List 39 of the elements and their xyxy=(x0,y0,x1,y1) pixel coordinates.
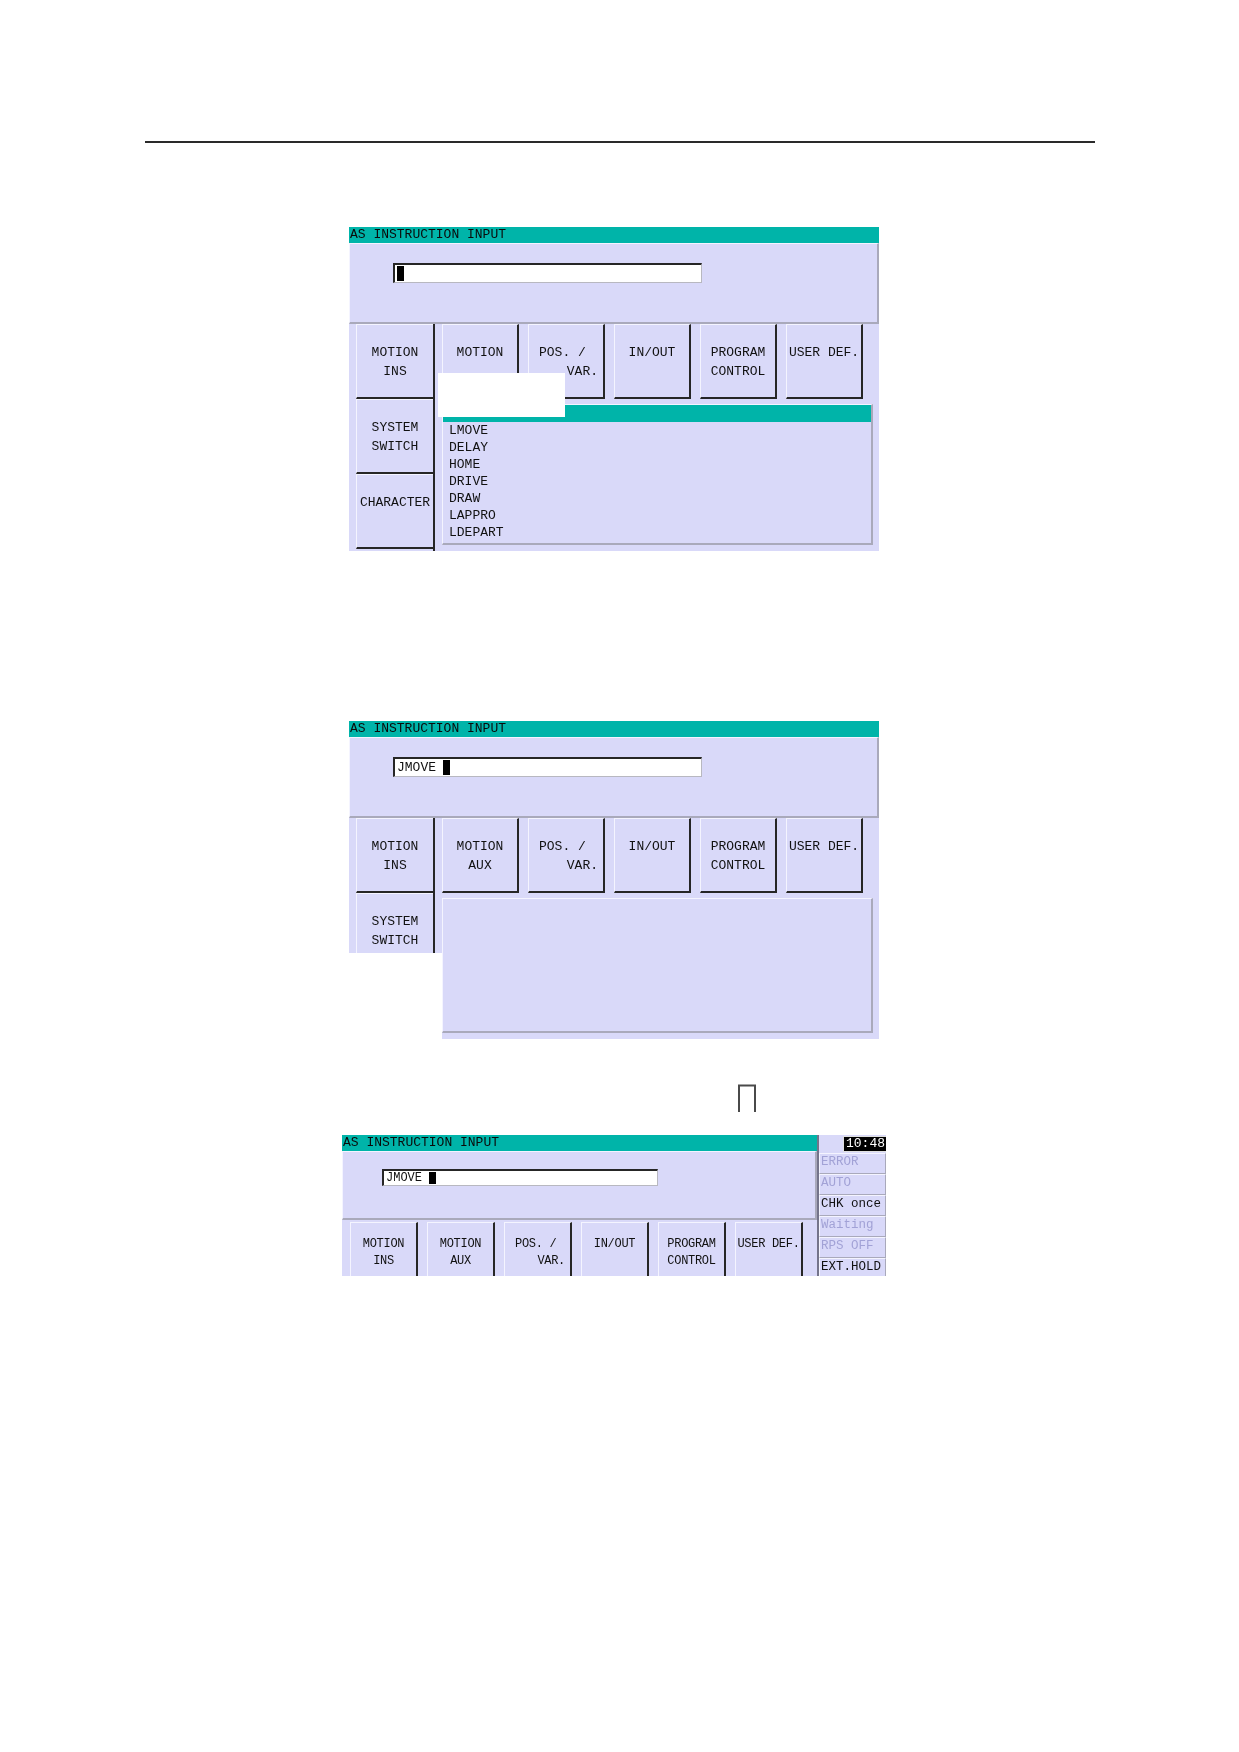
menu-button[interactable]: USER DEF. xyxy=(786,818,863,893)
input-field[interactable] xyxy=(393,263,702,283)
title-bar: AS INSTRUCTION INPUT xyxy=(342,1135,817,1151)
title-bar: AS INSTRUCTION INPUT xyxy=(349,227,879,243)
menu-button[interactable]: PROGRAM CONTROL xyxy=(700,818,777,893)
cursor-icon xyxy=(429,1172,436,1184)
menu-button[interactable]: USER DEF. xyxy=(735,1222,803,1276)
menu-button[interactable]: SYSTEM SWITCH xyxy=(356,399,433,474)
menu-button[interactable]: MOTION INS xyxy=(356,324,433,399)
menu-button[interactable]: IN/OUT xyxy=(581,1222,649,1276)
time-display: 10:48 xyxy=(843,1136,886,1152)
menu-button[interactable]: SYSTEM SWITCH xyxy=(356,893,433,953)
cursor-icon xyxy=(443,760,450,775)
instruction-item[interactable]: DRIVE xyxy=(443,473,871,490)
status-indicator: EXT.HOLD xyxy=(819,1258,886,1276)
instruction-item[interactable]: LMOVE xyxy=(443,422,871,439)
title-bar: AS INSTRUCTION INPUT xyxy=(349,721,879,737)
menu-button[interactable]: POS. / VAR. xyxy=(504,1222,572,1276)
cursor-icon xyxy=(397,266,404,281)
menu-button[interactable]: PROGRAM CONTROL xyxy=(700,324,777,399)
menu-button[interactable]: USER DEF. xyxy=(786,324,863,399)
menu-button[interactable]: MOTION INS xyxy=(350,1222,418,1276)
menu-button[interactable]: IN/OUT xyxy=(614,324,691,399)
menu-button[interactable]: MOTION AUX xyxy=(442,818,519,893)
instruction-item[interactable]: HOME xyxy=(443,456,871,473)
instruction-item[interactable]: DRAW xyxy=(443,490,871,507)
menu-button[interactable]: POS. / VAR. xyxy=(528,818,605,893)
input-field[interactable]: JMOVE xyxy=(382,1169,658,1186)
menu-button[interactable]: PROGRAM CONTROL xyxy=(658,1222,726,1276)
frame-icon xyxy=(737,1084,757,1112)
menu-button[interactable]: MOTION INS xyxy=(356,818,433,893)
input-field[interactable]: JMOVE xyxy=(393,757,702,777)
instruction-item[interactable]: LAPPRO xyxy=(443,507,871,524)
status-indicator: CHK once xyxy=(819,1195,886,1216)
menu-button[interactable]: IN/OUT xyxy=(614,818,691,893)
menu-button[interactable]: MOTION AUX xyxy=(427,1222,495,1276)
instruction-item[interactable]: DELAY xyxy=(443,439,871,456)
menu-button[interactable]: CHARACTER xyxy=(356,474,433,549)
instruction-item[interactable]: LDEPART xyxy=(443,524,871,541)
